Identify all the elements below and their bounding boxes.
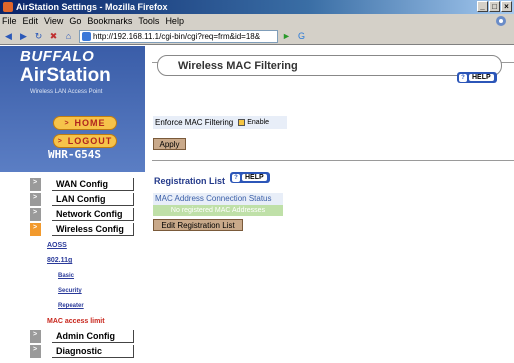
back-icon[interactable]: ◀ <box>2 30 15 43</box>
page-content: BUFFALO AirStation Wireless LAN Access P… <box>0 46 514 363</box>
sidebar-item-label: Diagnostic <box>52 345 134 358</box>
menu-help[interactable]: Help <box>165 16 184 26</box>
window-titlebar: AirStation Settings - Mozilla Firefox _ … <box>0 0 514 14</box>
chevron-right-icon: > <box>57 137 63 145</box>
help-button[interactable]: ? HELP <box>457 72 497 83</box>
submenu-aoss[interactable]: AOSS <box>47 242 67 249</box>
main-panel: Wireless MAC Filtering ? HELP Enforce MA… <box>145 46 514 363</box>
sidebar-item-admin-config[interactable]: Admin Config <box>30 330 134 343</box>
menu-arrow-icon <box>30 178 41 191</box>
model-name: WHR-G54S <box>48 148 101 161</box>
help-label: HELP <box>242 174 267 181</box>
address-bar[interactable]: http://192.168.11.1/cgi-bin/cgi?req=frm&… <box>79 29 278 43</box>
close-button[interactable]: × <box>501 1 512 12</box>
home-label: HOME <box>74 118 106 128</box>
sidebar-item-diagnostic[interactable]: Diagnostic <box>30 345 134 358</box>
maximize-button[interactable]: □ <box>489 1 500 12</box>
submenu-basic[interactable]: Basic <box>58 273 74 279</box>
url-text: http://192.168.11.1/cgi-bin/cgi?req=frm&… <box>93 31 261 41</box>
enforce-label: Enforce MAC Filtering <box>155 118 234 127</box>
sidebar-item-label: Wireless Config <box>52 223 134 236</box>
apply-button[interactable]: Apply <box>153 138 186 150</box>
airstation-logo: AirStation <box>20 65 111 86</box>
go-icon[interactable]: ► <box>280 30 293 43</box>
menu-file[interactable]: File <box>2 16 17 26</box>
home-icon[interactable]: ⌂ <box>62 30 75 43</box>
menu-arrow-icon <box>30 208 41 221</box>
sidebar: BUFFALO AirStation Wireless LAN Access P… <box>0 46 145 363</box>
menu-arrow-icon <box>30 193 41 206</box>
edit-registration-list-button[interactable]: Edit Registration List <box>153 219 243 231</box>
enforce-mac-filtering-row: Enforce MAC Filtering Enable <box>153 116 287 129</box>
sidebar-item-label: Admin Config <box>52 330 134 343</box>
question-icon: ? <box>459 73 467 82</box>
sidebar-item-label: Network Config <box>52 208 134 221</box>
help-label: HELP <box>469 74 494 81</box>
window-title: AirStation Settings - Mozilla Firefox <box>16 2 168 12</box>
submenu-repeater[interactable]: Repeater <box>58 303 84 309</box>
registration-help-button[interactable]: ? HELP <box>230 172 270 183</box>
page-title: Wireless MAC Filtering <box>178 59 298 72</box>
submenu-mac-access-limit[interactable]: MAC access limit <box>47 318 105 325</box>
registration-list-title: Registration List <box>154 176 226 186</box>
menu-arrow-icon <box>30 345 41 358</box>
no-registered-macs-row: No registered MAC Addresses <box>153 205 283 216</box>
sidebar-header: BUFFALO AirStation Wireless LAN Access P… <box>0 46 145 172</box>
mac-connection-status-header: MAC Address Connection Status <box>153 193 283 205</box>
page-favicon-icon <box>82 31 91 41</box>
section-divider <box>152 160 514 161</box>
sidebar-item-wireless-config[interactable]: Wireless Config <box>30 223 134 236</box>
menu-arrow-icon <box>30 330 41 343</box>
enable-label: Enable <box>247 119 270 126</box>
sidebar-item-network-config[interactable]: Network Config <box>30 208 134 221</box>
throbber-icon <box>490 14 512 28</box>
enable-checkbox[interactable] <box>238 119 246 126</box>
menu-bar: File Edit View Go Bookmarks Tools Help <box>0 14 514 28</box>
logout-button[interactable]: > LOGOUT <box>53 134 117 148</box>
firefox-icon <box>3 2 13 12</box>
menu-tools[interactable]: Tools <box>138 16 159 26</box>
sidebar-item-label: WAN Config <box>52 178 134 191</box>
home-button[interactable]: > HOME <box>53 116 117 130</box>
question-icon: ? <box>232 173 240 182</box>
sidebar-menu: WAN Config LAN Config Network Config Wir… <box>0 172 145 363</box>
buffalo-logo: BUFFALO <box>20 48 95 65</box>
submenu-security[interactable]: Security <box>58 288 82 294</box>
stop-icon[interactable]: ✖ <box>47 30 60 43</box>
menu-edit[interactable]: Edit <box>23 16 39 26</box>
menu-go[interactable]: Go <box>69 16 81 26</box>
logout-label: LOGOUT <box>67 136 113 146</box>
forward-icon[interactable]: ▶ <box>17 30 30 43</box>
menu-bookmarks[interactable]: Bookmarks <box>87 16 132 26</box>
navigation-toolbar: ◀ ▶ ↻ ✖ ⌂ http://192.168.11.1/cgi-bin/cg… <box>0 28 514 45</box>
chevron-right-icon: > <box>64 119 70 127</box>
sidebar-item-wan-config[interactable]: WAN Config <box>30 178 134 191</box>
reload-icon[interactable]: ↻ <box>32 30 45 43</box>
minimize-button[interactable]: _ <box>477 1 488 12</box>
submenu-80211g[interactable]: 802.11g <box>47 257 72 264</box>
sidebar-item-label: LAN Config <box>52 193 134 206</box>
sidebar-item-lan-config[interactable]: LAN Config <box>30 193 134 206</box>
window-controls: _ □ × <box>477 1 512 12</box>
menu-view[interactable]: View <box>44 16 63 26</box>
search-engine-icon[interactable]: G <box>295 30 308 43</box>
logo-tagline: Wireless LAN Access Point <box>30 89 103 95</box>
menu-arrow-icon <box>30 223 41 236</box>
page-title-box: Wireless MAC Filtering <box>157 55 502 76</box>
